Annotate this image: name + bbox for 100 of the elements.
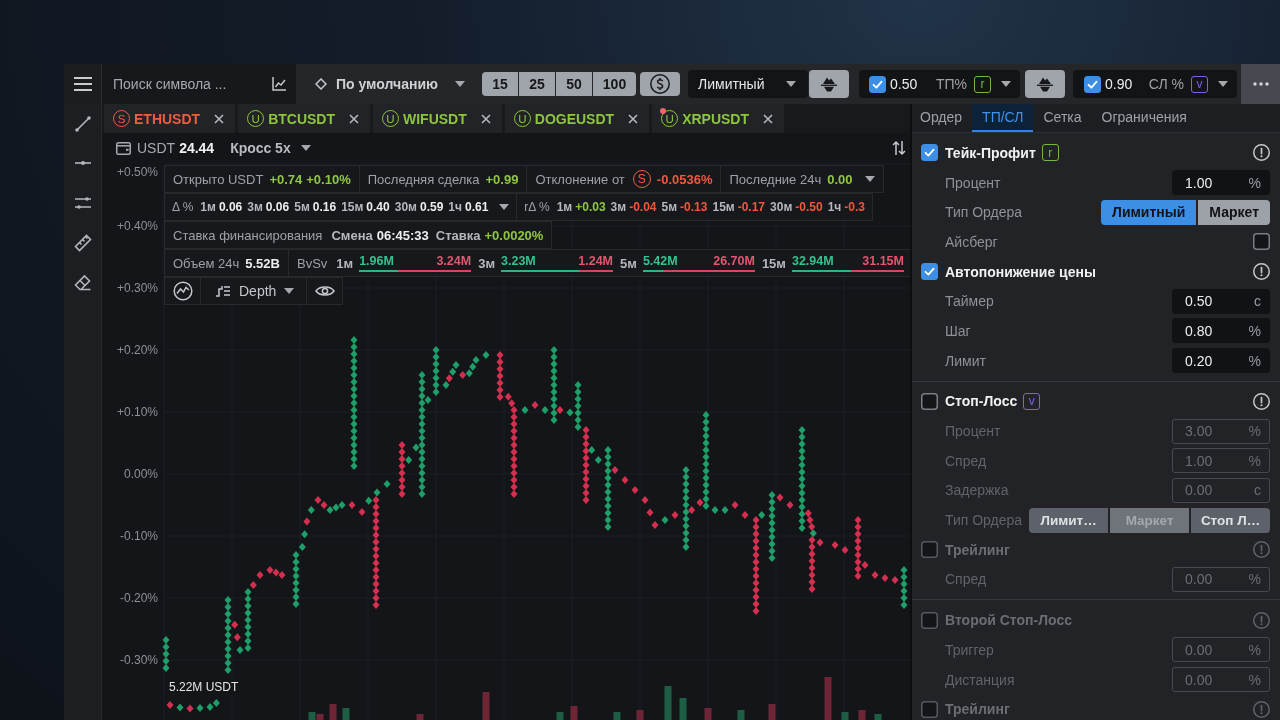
stat-value: -0.3 <box>844 200 865 214</box>
sell-trade-marker <box>881 574 889 582</box>
symbol-tab[interactable]: U XRPUSDT <box>652 104 785 133</box>
field-label: Лимит <box>945 352 986 369</box>
period-label: 1ч <box>827 200 842 214</box>
balance-currency: USDT <box>137 140 176 156</box>
menu-button[interactable] <box>64 64 102 104</box>
value-field[interactable]: 1.00 % <box>1172 170 1270 196</box>
preset-dropdown[interactable]: По умолчанию <box>296 64 474 104</box>
period-label: 15м <box>761 255 786 271</box>
buy-trade-marker <box>301 530 309 539</box>
leverage-button[interactable]: 25 <box>519 72 555 96</box>
checkbox[interactable] <box>921 263 938 281</box>
close-icon[interactable] <box>214 113 225 124</box>
caret-icon[interactable] <box>284 288 295 294</box>
axis-label: +0.30% <box>116 281 158 295</box>
info-icon[interactable] <box>1253 392 1270 410</box>
sell-trade-marker <box>611 466 619 474</box>
buy-trade-marker <box>196 704 204 712</box>
axis-label: +0.50% <box>116 165 158 179</box>
close-icon[interactable] <box>349 113 359 124</box>
menu-icon[interactable] <box>73 77 92 91</box>
caret-icon[interactable] <box>786 81 796 87</box>
value-field[interactable]: 0.50 с <box>1172 288 1270 314</box>
caret-icon[interactable] <box>454 81 465 87</box>
buy-trade-marker <box>405 456 413 464</box>
symbol-tab[interactable]: U DOGEUSDT <box>504 104 650 133</box>
panel-tab[interactable]: Ограничения <box>1091 104 1197 132</box>
checkbox[interactable] <box>921 144 938 162</box>
visibility-button[interactable] <box>306 277 344 305</box>
field-label: Задержка <box>945 482 1009 499</box>
panel-tab[interactable]: ТП/СЛ <box>972 104 1034 132</box>
eye-icon <box>314 285 335 297</box>
symbol-tab[interactable]: S ETHUSDT <box>104 104 236 133</box>
stat-value: 0.61 <box>464 200 489 214</box>
caret-icon[interactable] <box>1001 81 1011 87</box>
sell-trade-marker <box>891 576 899 584</box>
depth-icon <box>215 285 231 297</box>
stat-value: +0.74 <box>269 171 303 187</box>
info-icon[interactable] <box>1253 144 1270 162</box>
buy-trade-marker <box>482 351 490 359</box>
stat-value: 0.00 <box>827 171 853 187</box>
more-button[interactable] <box>1241 64 1280 104</box>
leverage-button[interactable]: 50 <box>556 72 592 96</box>
ruler-icon[interactable] <box>73 233 92 252</box>
info-icon[interactable] <box>1253 263 1270 281</box>
checkbox[interactable] <box>869 75 886 93</box>
stat-value: 0.59 <box>419 200 444 214</box>
stat-label: Последняя сделка <box>367 171 480 187</box>
checkbox[interactable] <box>921 392 938 410</box>
section-title: Трейлинг <box>945 541 1010 558</box>
caret-icon[interactable] <box>300 145 311 151</box>
percent-input[interactable]: 0.90 <box>1105 76 1133 92</box>
iceberg-button[interactable] <box>809 70 849 98</box>
close-icon[interactable] <box>628 113 639 124</box>
field-label: Дистанция <box>945 671 1015 688</box>
order-type-option[interactable]: Маркет <box>1198 199 1270 225</box>
iceberg-button[interactable] <box>1025 70 1065 98</box>
indicators-button[interactable] <box>164 277 201 305</box>
more-icon <box>1252 82 1269 86</box>
leverage-button[interactable]: 15 <box>482 72 518 96</box>
leverage-button[interactable]: 100 <box>593 72 636 96</box>
caret-icon[interactable] <box>864 176 875 182</box>
caret-icon[interactable] <box>1218 81 1228 87</box>
search-field[interactable]: Поиск символа ... <box>102 64 262 104</box>
panel-tab[interactable]: Ордер <box>912 104 973 132</box>
swap-arrows-icon[interactable] <box>891 140 907 156</box>
sell-trade-marker <box>731 501 739 509</box>
stat-value: 06:45:33 <box>376 227 429 243</box>
volume-bar <box>858 710 866 720</box>
value-field[interactable]: 0.20 % <box>1172 348 1270 374</box>
close-icon[interactable] <box>480 113 491 124</box>
eraser-icon[interactable] <box>73 273 92 292</box>
stat-value: 0.16 <box>312 200 337 214</box>
caret-icon[interactable] <box>499 204 510 210</box>
symbol-tab[interactable]: U WIFUSDT <box>373 104 502 133</box>
close-icon[interactable] <box>763 113 774 124</box>
axis-label: +0.40% <box>116 219 158 233</box>
stat-label: Открыто USDT <box>173 171 264 187</box>
value-field[interactable]: 0.80 % <box>1172 318 1270 344</box>
buy-trade-marker <box>809 529 817 538</box>
field-label: Тип Ордера <box>945 512 1023 529</box>
currency-button[interactable] <box>640 72 680 96</box>
chart-type-button[interactable] <box>262 64 296 104</box>
period-label: 30м <box>394 200 417 214</box>
panel-tab[interactable]: Сетка <box>1033 104 1092 132</box>
order-type-option[interactable]: Лимитный <box>1101 199 1197 225</box>
buy-volume: 1.96M <box>359 254 394 269</box>
percent-input[interactable]: 0.50 <box>890 76 918 92</box>
trend-line-tool-icon[interactable] <box>73 114 92 133</box>
symbol-tab[interactable]: U BTCUSDT <box>238 104 370 133</box>
sell-trade-marker <box>445 374 453 383</box>
margin-mode-dropdown[interactable]: Кросс 5x <box>230 140 311 156</box>
order-type-dropdown[interactable]: Лимитный <box>688 70 808 98</box>
parallel-lines-icon[interactable] <box>73 194 92 212</box>
period-label: 5м <box>620 255 637 271</box>
checkbox[interactable] <box>1084 75 1101 93</box>
line-chart-icon[interactable] <box>272 77 286 91</box>
checkbox[interactable] <box>1253 233 1270 251</box>
view-mode-dropdown[interactable]: Depth <box>200 277 308 305</box>
